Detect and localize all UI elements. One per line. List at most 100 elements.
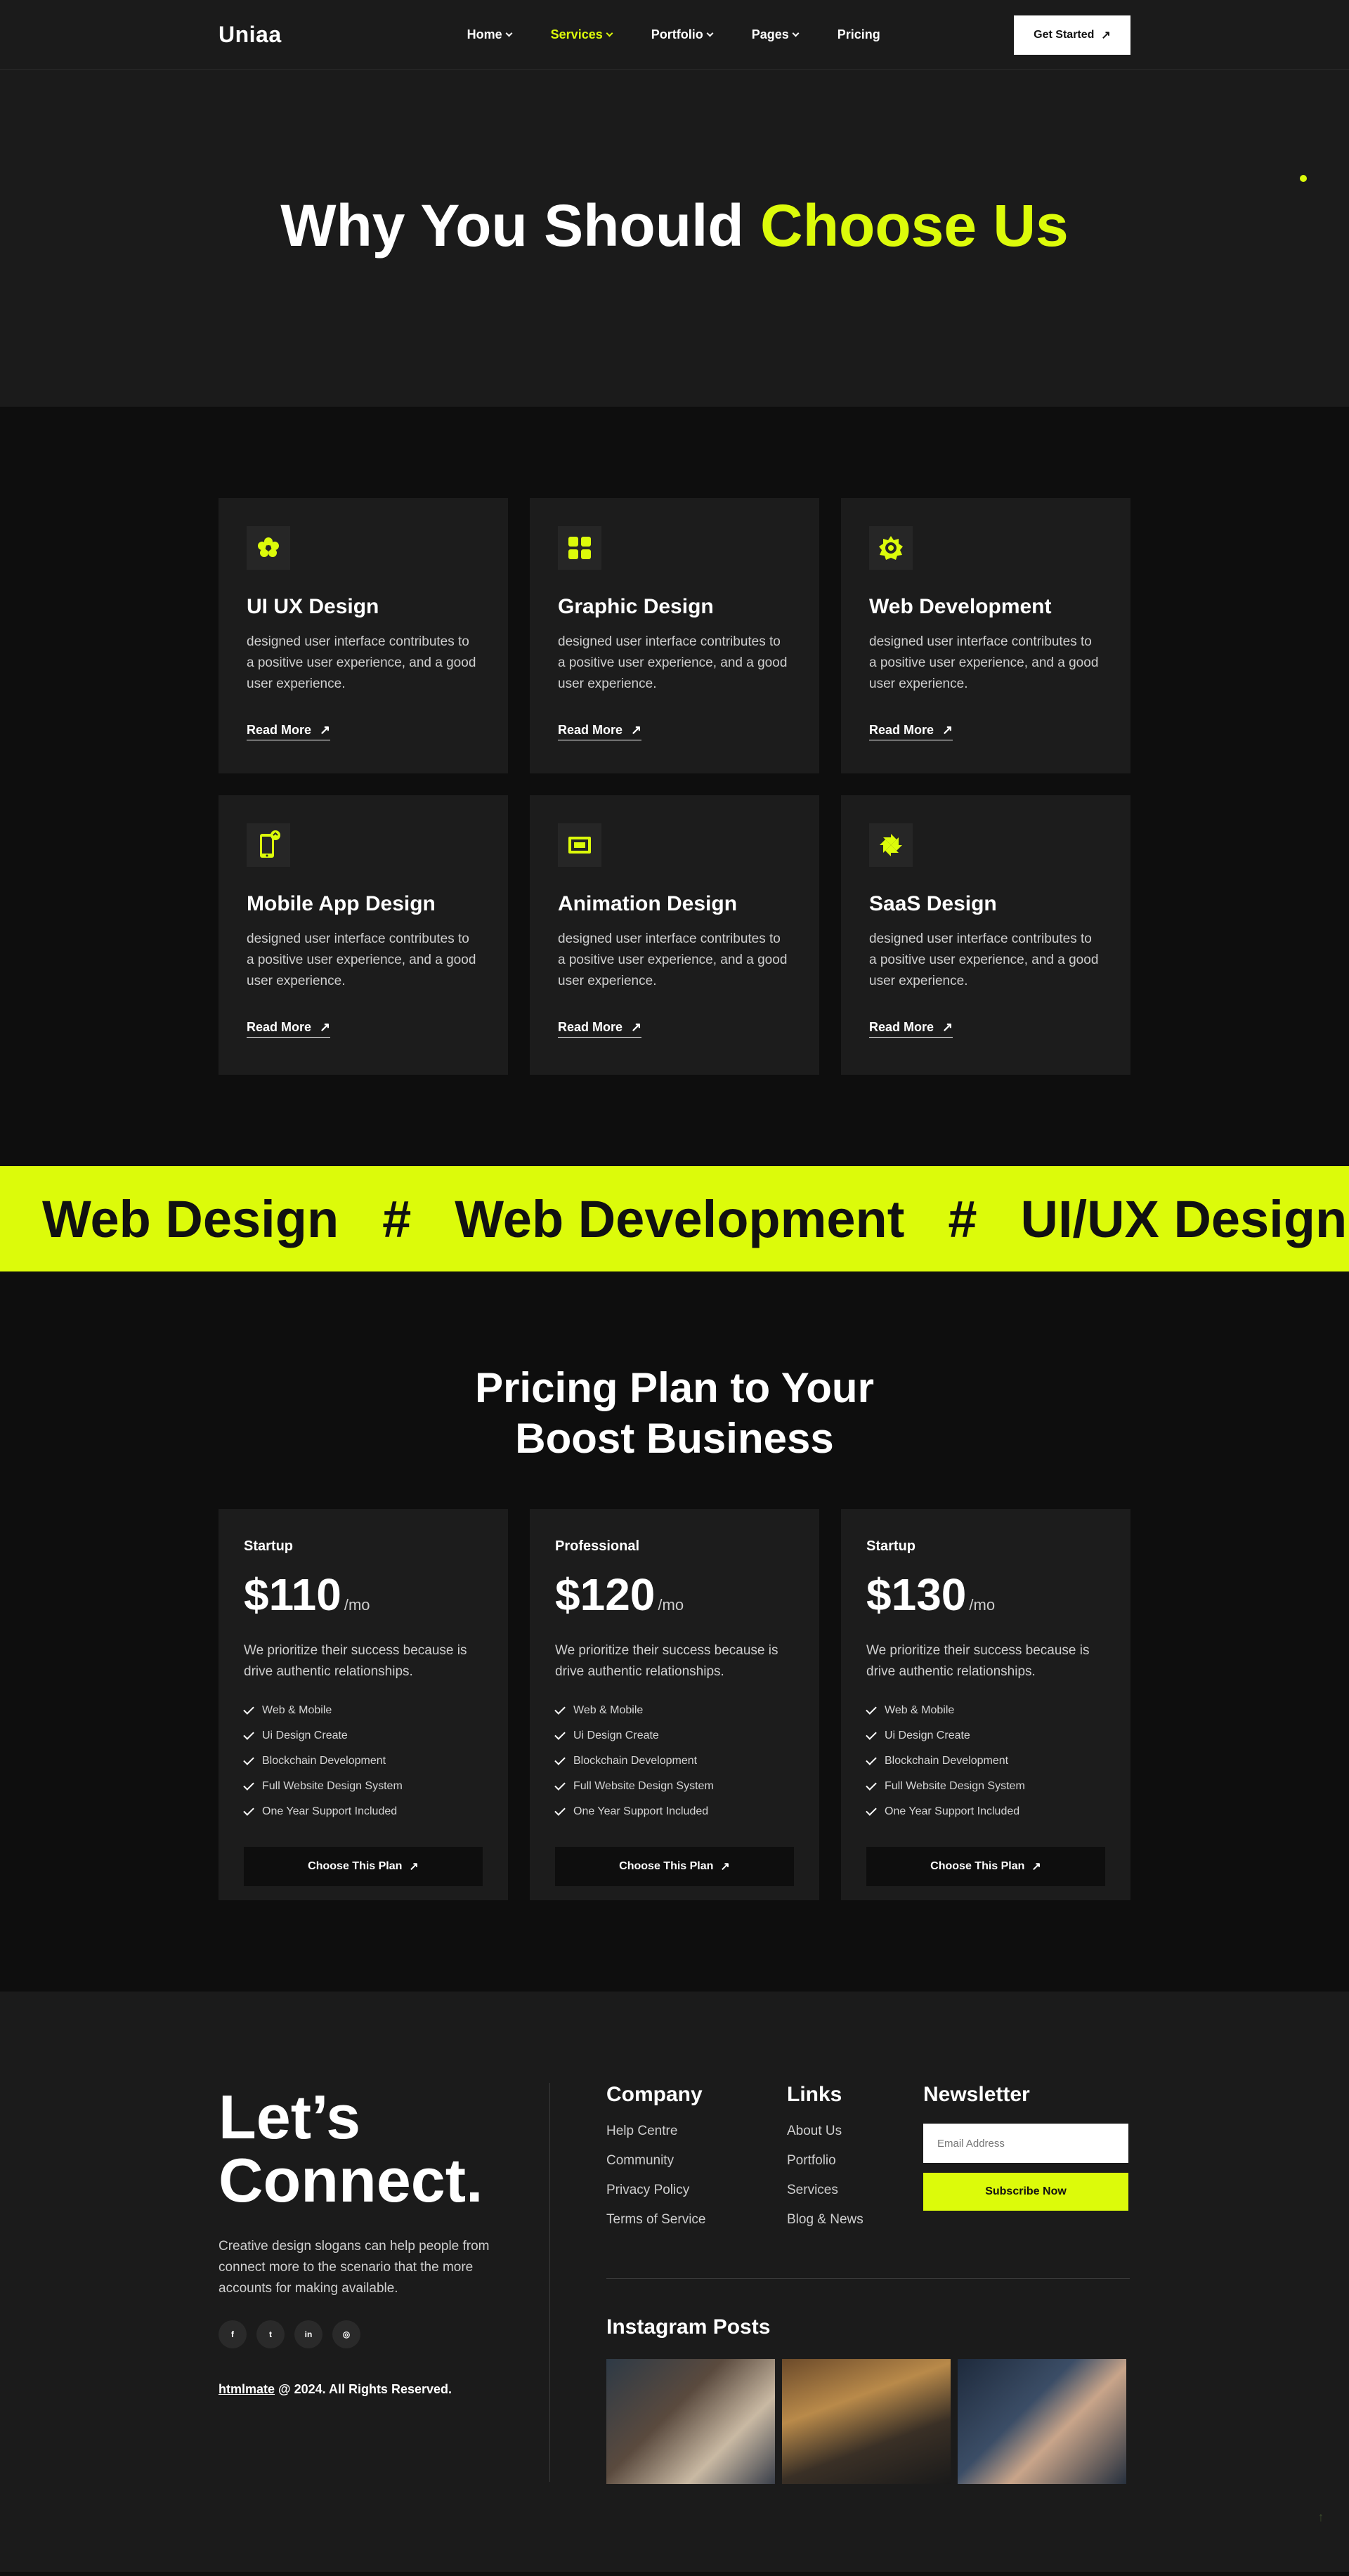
marquee-track: Web Design # Web Development # UI/UX Des… bbox=[0, 1189, 1347, 1249]
marquee-separator: # bbox=[948, 1189, 977, 1248]
service-title: Web Development bbox=[869, 595, 1052, 618]
marquee-item: Web Development bbox=[455, 1189, 905, 1248]
feature-list: Web & Mobile Ui Design Create Blockchain… bbox=[554, 1698, 794, 1824]
footer-bottom-strip bbox=[0, 2572, 1349, 2576]
check-icon bbox=[554, 1754, 566, 1765]
nav-home[interactable]: Home bbox=[467, 27, 513, 42]
instagram-icon[interactable]: ◎ bbox=[332, 2320, 360, 2348]
read-more-label: Read More bbox=[869, 723, 934, 737]
choose-plan-label: Choose This Plan bbox=[619, 1860, 714, 1872]
check-icon bbox=[554, 1779, 566, 1791]
service-description: designed user interface contributes to a… bbox=[869, 931, 1099, 988]
instagram-post-image[interactable] bbox=[958, 2359, 1126, 2484]
footer-column-links: Links About Us Portfolio Services Blog &… bbox=[787, 2083, 923, 2242]
choose-plan-button[interactable]: Choose This Plan ↗ bbox=[866, 1847, 1105, 1886]
scroll-to-top-icon[interactable]: ↑ bbox=[1312, 2509, 1329, 2525]
footer-column-newsletter: Newsletter Subscribe Now bbox=[923, 2083, 1128, 2242]
footer-link[interactable]: Terms of Service bbox=[606, 2212, 787, 2242]
service-title: UI UX Design bbox=[247, 595, 379, 618]
read-more-label: Read More bbox=[247, 1020, 312, 1034]
read-more-link[interactable]: Read More ↗ bbox=[869, 723, 953, 740]
service-description: designed user interface contributes to a… bbox=[558, 931, 788, 988]
read-more-link[interactable]: Read More ↗ bbox=[558, 723, 642, 740]
nav-label: Pages bbox=[751, 27, 789, 41]
instagram-title: Instagram Posts bbox=[606, 2315, 771, 2339]
check-icon bbox=[554, 1704, 566, 1715]
feature-item: Web & Mobile bbox=[866, 1698, 1105, 1723]
feature-item: Full Website Design System bbox=[554, 1774, 794, 1799]
arrow-up-right-icon: ↗ bbox=[320, 1020, 331, 1034]
linkedin-icon[interactable]: in bbox=[294, 2320, 322, 2348]
service-description: designed user interface contributes to a… bbox=[869, 634, 1099, 691]
footer-link[interactable]: Blog & News bbox=[787, 2212, 923, 2242]
arrow-up-right-icon: ↗ bbox=[409, 1861, 419, 1873]
title-accent: Choose Us bbox=[760, 192, 1069, 259]
pricing-card: Startup $110/mo We prioritize their succ… bbox=[219, 1509, 508, 1900]
footer-link[interactable]: About Us bbox=[787, 2124, 923, 2153]
marquee-separator: # bbox=[382, 1189, 412, 1248]
column-title: Newsletter bbox=[923, 2083, 1030, 2106]
instagram-post-image[interactable] bbox=[782, 2359, 951, 2484]
subscribe-button[interactable]: Subscribe Now bbox=[923, 2173, 1128, 2211]
feature-label: Web & Mobile bbox=[262, 1704, 332, 1716]
feature-label: Ui Design Create bbox=[262, 1730, 348, 1741]
check-icon bbox=[243, 1779, 254, 1791]
footer-link[interactable]: Privacy Policy bbox=[606, 2183, 787, 2212]
main-nav: Home Services Portfolio Pages Pricing bbox=[467, 27, 880, 42]
footer-column-company: Company Help Centre Community Privacy Po… bbox=[606, 2083, 787, 2242]
choose-plan-button[interactable]: Choose This Plan ↗ bbox=[244, 1847, 483, 1886]
check-icon bbox=[866, 1754, 877, 1765]
instagram-post-image[interactable] bbox=[606, 2359, 775, 2484]
mobile-phone-icon bbox=[247, 823, 290, 867]
copyright-brand-link[interactable]: htmlmate bbox=[219, 2382, 275, 2396]
read-more-link[interactable]: Read More ↗ bbox=[558, 1020, 642, 1038]
service-title: Mobile App Design bbox=[247, 892, 436, 915]
footer-link[interactable]: Services bbox=[787, 2183, 923, 2212]
feature-item: One Year Support Included bbox=[243, 1799, 483, 1824]
facebook-icon[interactable]: f bbox=[219, 2320, 247, 2348]
nav-services[interactable]: Services bbox=[550, 27, 613, 42]
nav-pricing[interactable]: Pricing bbox=[838, 27, 880, 42]
footer-heading-line-1: Let’s bbox=[219, 2082, 361, 2152]
feature-label: One Year Support Included bbox=[573, 1805, 709, 1817]
footer-link[interactable]: Help Centre bbox=[606, 2124, 787, 2153]
get-started-button[interactable]: Get Started ↗ bbox=[1014, 15, 1130, 55]
read-more-link[interactable]: Read More ↗ bbox=[247, 723, 331, 740]
title-main: Why You Should bbox=[280, 192, 761, 259]
feature-label: Blockchain Development bbox=[885, 1755, 1009, 1767]
arrow-up-right-icon: ↗ bbox=[942, 723, 953, 737]
choose-plan-button[interactable]: Choose This Plan ↗ bbox=[555, 1847, 794, 1886]
nav-pages[interactable]: Pages bbox=[751, 27, 800, 42]
logo[interactable]: Uniaa bbox=[219, 22, 282, 48]
feature-item: Blockchain Development bbox=[554, 1748, 794, 1774]
feature-item: One Year Support Included bbox=[866, 1799, 1105, 1824]
feature-item: Blockchain Development bbox=[866, 1748, 1105, 1774]
marquee-banner: Web Design # Web Development # UI/UX Des… bbox=[0, 1166, 1349, 1271]
footer-link[interactable]: Community bbox=[606, 2153, 787, 2183]
read-more-link[interactable]: Read More ↗ bbox=[247, 1020, 331, 1038]
footer-link[interactable]: Portfolio bbox=[787, 2153, 923, 2183]
marquee-item: UI/UX Design bbox=[1020, 1189, 1348, 1248]
service-card: SaaS Design designed user interface cont… bbox=[841, 795, 1130, 1075]
plan-description: We prioritize their success because is d… bbox=[555, 1643, 778, 1679]
feature-list: Web & Mobile Ui Design Create Blockchain… bbox=[866, 1698, 1105, 1824]
feature-item: Web & Mobile bbox=[243, 1698, 483, 1723]
read-more-link[interactable]: Read More ↗ bbox=[869, 1020, 953, 1038]
marquee-item: Web Design bbox=[42, 1189, 339, 1248]
nav-portfolio[interactable]: Portfolio bbox=[651, 27, 714, 42]
check-icon bbox=[243, 1729, 254, 1740]
check-icon bbox=[243, 1754, 254, 1765]
arrow-up-right-icon: ↗ bbox=[320, 723, 331, 737]
footer-columns: Company Help Centre Community Privacy Po… bbox=[606, 2083, 1130, 2242]
page-title: Why You Should Choose Us bbox=[280, 192, 1069, 260]
twitter-icon[interactable]: t bbox=[256, 2320, 285, 2348]
chevron-down-icon bbox=[706, 30, 714, 37]
check-icon bbox=[866, 1704, 877, 1715]
nav-label: Services bbox=[550, 27, 603, 41]
read-more-label: Read More bbox=[247, 723, 312, 737]
copyright-text: @ 2024. All Rights Reserved. bbox=[275, 2382, 452, 2396]
newsletter-email-input[interactable] bbox=[923, 2124, 1128, 2163]
service-title: Graphic Design bbox=[558, 595, 714, 618]
footer-intro: Let’s Connect. Creative design slogans ca… bbox=[219, 2083, 550, 2482]
feature-item: One Year Support Included bbox=[554, 1799, 794, 1824]
